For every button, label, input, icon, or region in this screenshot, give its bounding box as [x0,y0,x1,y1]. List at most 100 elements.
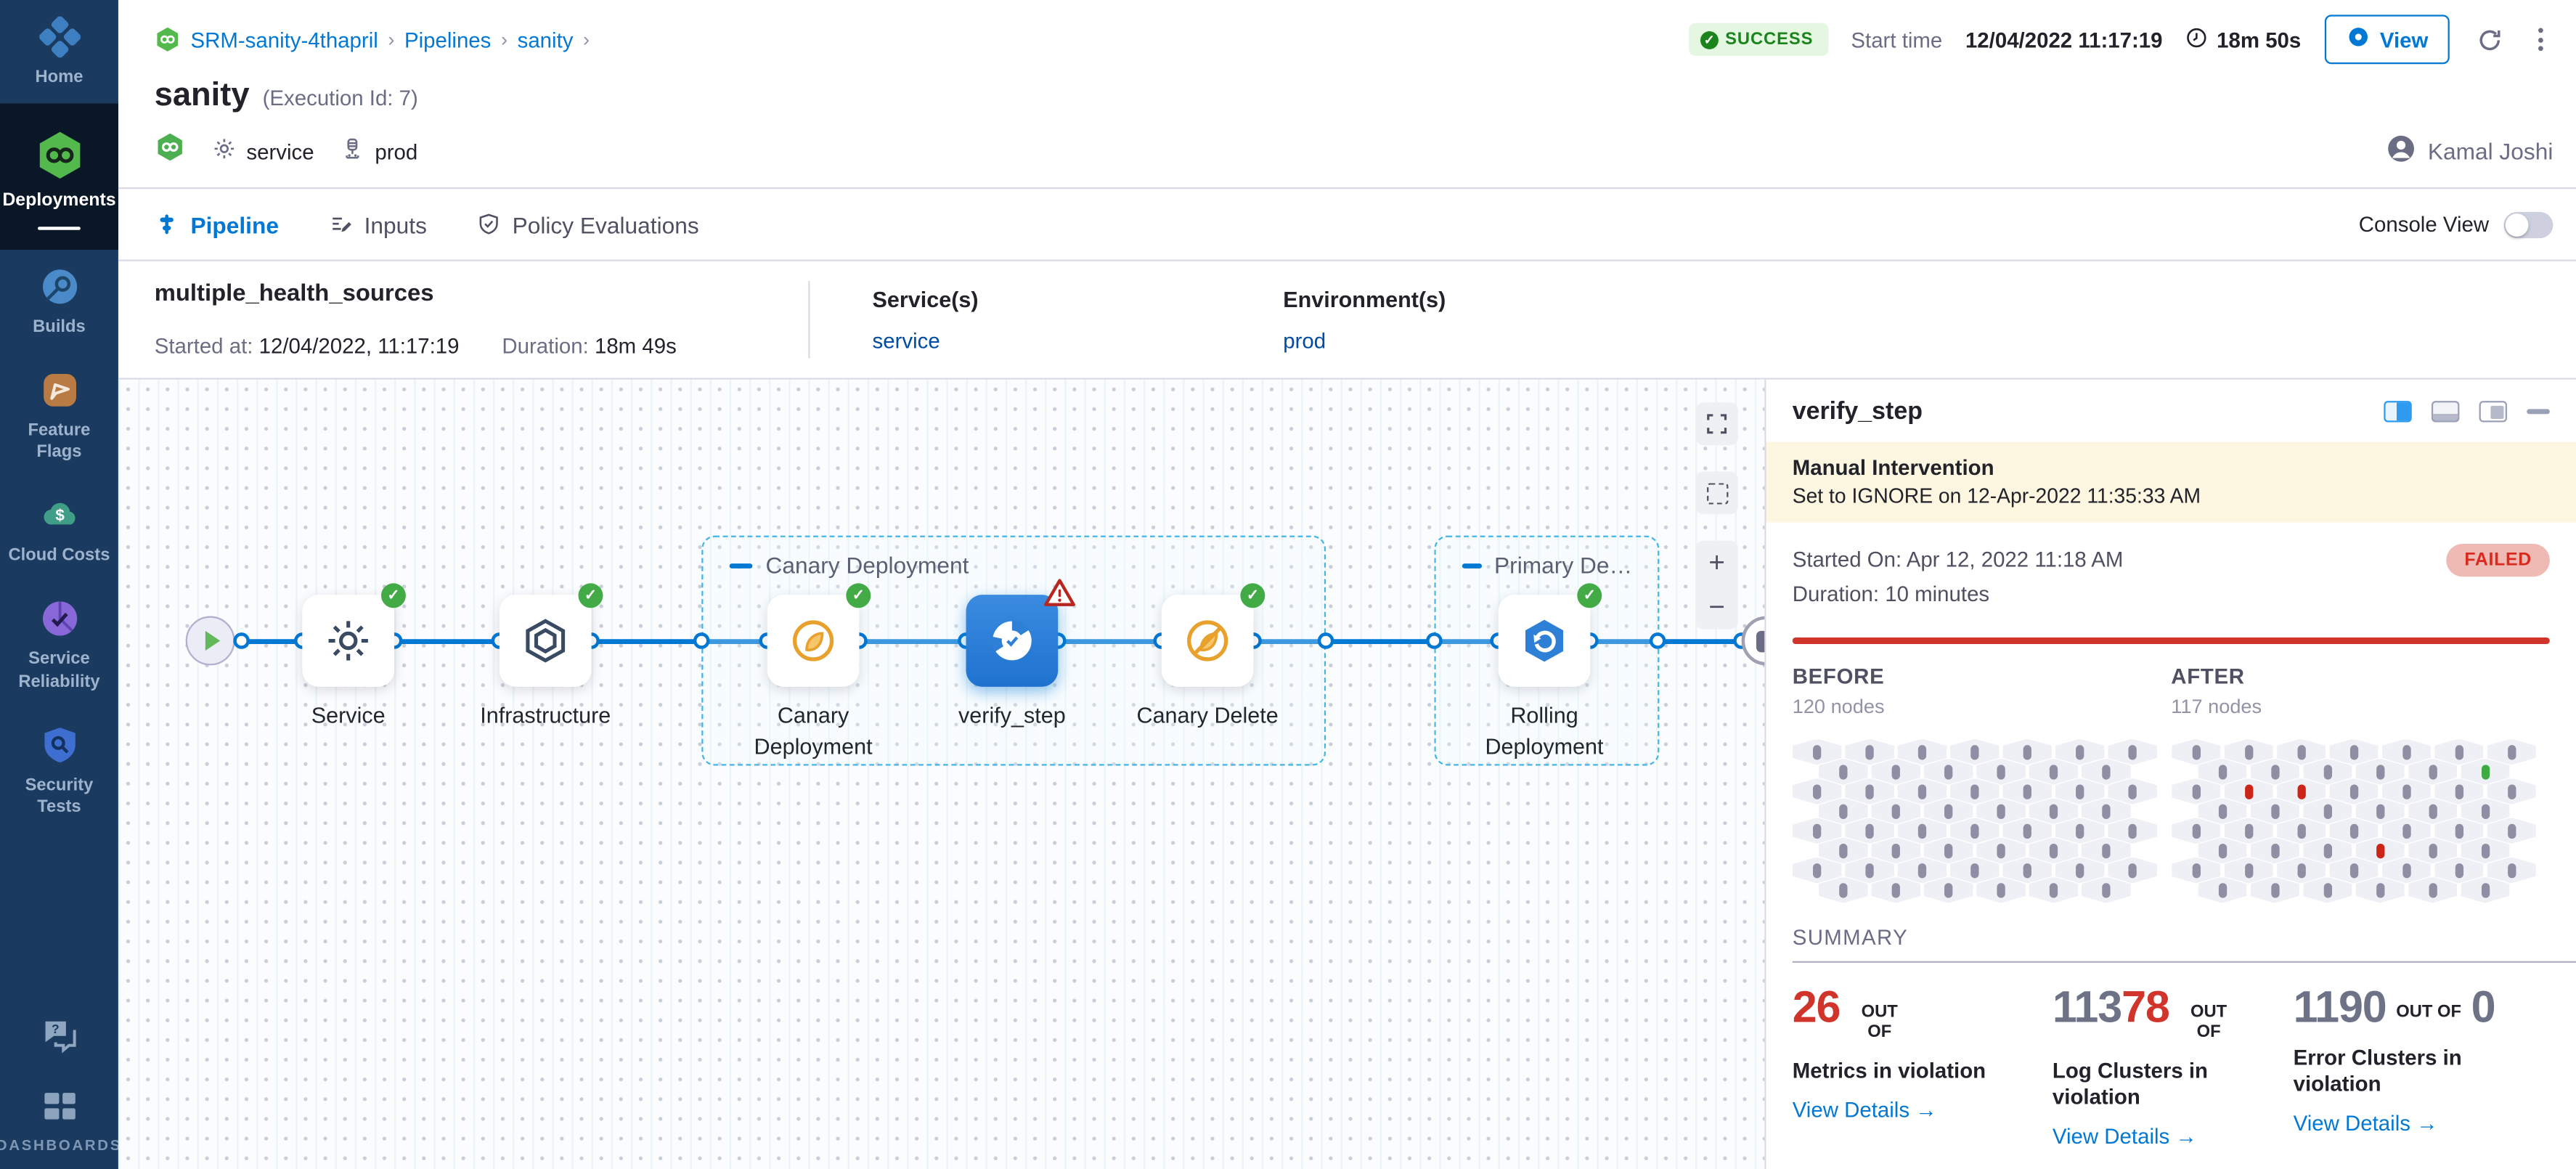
fullscreen-button[interactable] [1695,402,1738,445]
execution-info-left: multiple_health_sources Started at: 12/0… [155,281,809,358]
sidebar-item-cloud-costs[interactable]: $Cloud Costs [0,478,118,582]
step-title: verify_step [1793,398,1923,425]
pipeline-node-infrastructure[interactable]: ✓ [500,595,592,687]
pipeline-node-service[interactable]: ✓ [302,595,394,687]
sidebar-item-help[interactable]: ? [0,997,118,1070]
pipeline-node-verify_step[interactable] [966,595,1059,687]
before-after-row: BEFORE 120 nodes AFTER 117 nodes [1766,663,2576,905]
minimize-icon[interactable] [2527,409,2550,414]
triggered-by: Kamal Joshi [2385,133,2553,169]
breadcrumb-separator: › [583,28,590,51]
success-check-icon: ✓ [846,583,871,608]
summary-label: SUMMARY [1766,905,2576,949]
gear-icon [324,616,373,666]
breadcrumb-link-0[interactable]: SRM-sanity-4thapril [190,27,378,52]
canary-icon [788,616,838,666]
pipeline-run-name: multiple_health_sources [155,281,809,307]
user-name: Kamal Joshi [2428,138,2553,164]
node-label-infrastructure: Infrastructure [455,701,636,733]
view-button[interactable]: View [2324,15,2450,64]
tab-pipeline[interactable]: Pipeline [155,211,279,237]
gear-icon [212,137,237,166]
bottom-view-icon[interactable] [2432,401,2459,422]
refresh-button[interactable] [2473,23,2506,56]
stat-number: 26 [1793,985,1841,1030]
sidebar-item-home[interactable]: Home [0,0,118,104]
view-details-link[interactable]: View Details → [2053,1124,2277,1149]
marquee-select-button[interactable] [1695,471,1738,514]
zoom-controls: +− [1695,540,1738,629]
stat-label: Metrics in violation [1793,1058,2037,1085]
sidebar-item-service-reliability[interactable]: Service Reliability [0,582,118,708]
floating-view-icon[interactable] [2479,401,2507,422]
environments-value[interactable]: prod [1283,329,1631,354]
sidebar-item-label: Deployments [2,191,115,213]
service-tag[interactable]: service [212,137,314,166]
start-time-label: Start time [1851,27,1942,52]
sidebar-item-feature-flags[interactable]: Feature Flags [0,354,118,479]
breadcrumb-link-2[interactable]: sanity [518,27,574,52]
tabs: Pipeline Inputs Policy Evaluations [155,211,699,237]
breadcrumb-link-1[interactable]: Pipelines [404,27,491,52]
step-started-on: Started On: Apr 12, 2022 11:18 AM [1793,544,2124,578]
start-time-value: 12/04/2022 11:17:19 [1965,27,2163,52]
top-bar-right: ✓ SUCCESS Start time 12/04/2022 11:17:19… [1689,15,2553,64]
stat-number: 113 [2053,985,2121,1030]
connector-port [693,632,710,649]
view-details-link[interactable]: View Details → [1793,1098,2037,1123]
svg-text:?: ? [51,1022,59,1036]
dash-icon [38,1086,80,1127]
sidebar-item-builds[interactable]: Builds [0,250,118,354]
step-details-panel: verify_step Manual Intervention Set to I… [1764,380,2576,1169]
split-view-icon[interactable] [2384,401,2411,422]
before-node-grid [1793,738,2164,905]
stat-out-of-label: OUT OF [2396,1001,2461,1022]
node-label-canary-deployment: Canary Deployment [723,701,904,763]
pipeline-node-canary-delete[interactable]: ✓ [1162,595,1254,687]
app-window: Home Deployments BuildsFeature Flags$Cloud… [0,0,2576,1169]
console-view-control: Console View [2359,211,2553,237]
pipeline-start-node[interactable] [186,616,235,666]
arrow-right-icon: → [2416,1111,2437,1136]
services-value[interactable]: service [873,329,1221,354]
node-label-service: Service [258,701,439,733]
sidebar-item-dashboards[interactable]: DASHBOARDS [0,1070,118,1169]
summary-divider [1793,961,2576,962]
zoom-in-button[interactable]: + [1695,540,1738,584]
more-options-button[interactable] [2528,25,2553,54]
meta-row: service prod Kamal Joshi [118,121,2576,189]
tab-inputs[interactable]: Inputs [328,211,427,237]
environment-tag[interactable]: prod [341,137,417,166]
sidebar-item-security-tests[interactable]: Security Tests [0,707,118,833]
harness-cd-icon [155,131,186,171]
main-column: SRM-sanity-4thapril›Pipelines›sanity› ✓ … [118,0,2576,1169]
flags-icon [38,370,80,411]
canvas-controls: +− [1695,402,1738,629]
pipeline-canvas[interactable]: Canary Deployment Primary Deploy... ✓ Servi… [118,380,1764,1169]
infra-icon [521,616,570,666]
stage-collapse-icon[interactable] [730,563,753,568]
after-node-grid [2171,738,2542,905]
active-underline [38,227,81,230]
pipeline-node-canary-deployment[interactable]: ✓ [767,595,860,687]
tab-inputs-icon [328,212,353,237]
duration: Duration: 18m 49s [502,333,676,358]
tab-bar: Pipeline Inputs Policy Evaluations Console… [118,189,2576,261]
success-check-icon: ✓ [381,583,406,608]
clock-icon [2185,25,2209,53]
stage-group-label-primary[interactable]: Primary Deploy... [1462,552,1638,578]
breadcrumb-separator: › [501,28,508,51]
stage-group-label-canary[interactable]: Canary Deployment [730,552,969,578]
pipeline-node-rolling-deployment[interactable]: ✓ [1499,595,1591,687]
sidebar-item-deployments[interactable]: Deployments [0,104,118,250]
sidebar-item-label: Service Reliability [4,650,115,693]
stage-collapse-icon[interactable] [1462,563,1481,568]
stop-icon [1756,630,1764,651]
page-title: sanity [155,77,250,115]
console-view-toggle[interactable] [2504,211,2553,237]
banner-title: Manual Intervention [1793,455,2550,480]
view-details-link[interactable]: View Details → [2294,1111,2550,1136]
failed-badge: FAILED [2446,544,2549,577]
zoom-out-button[interactable]: − [1695,585,1738,630]
tab-policy-evaluations[interactable]: Policy Evaluations [476,211,699,237]
